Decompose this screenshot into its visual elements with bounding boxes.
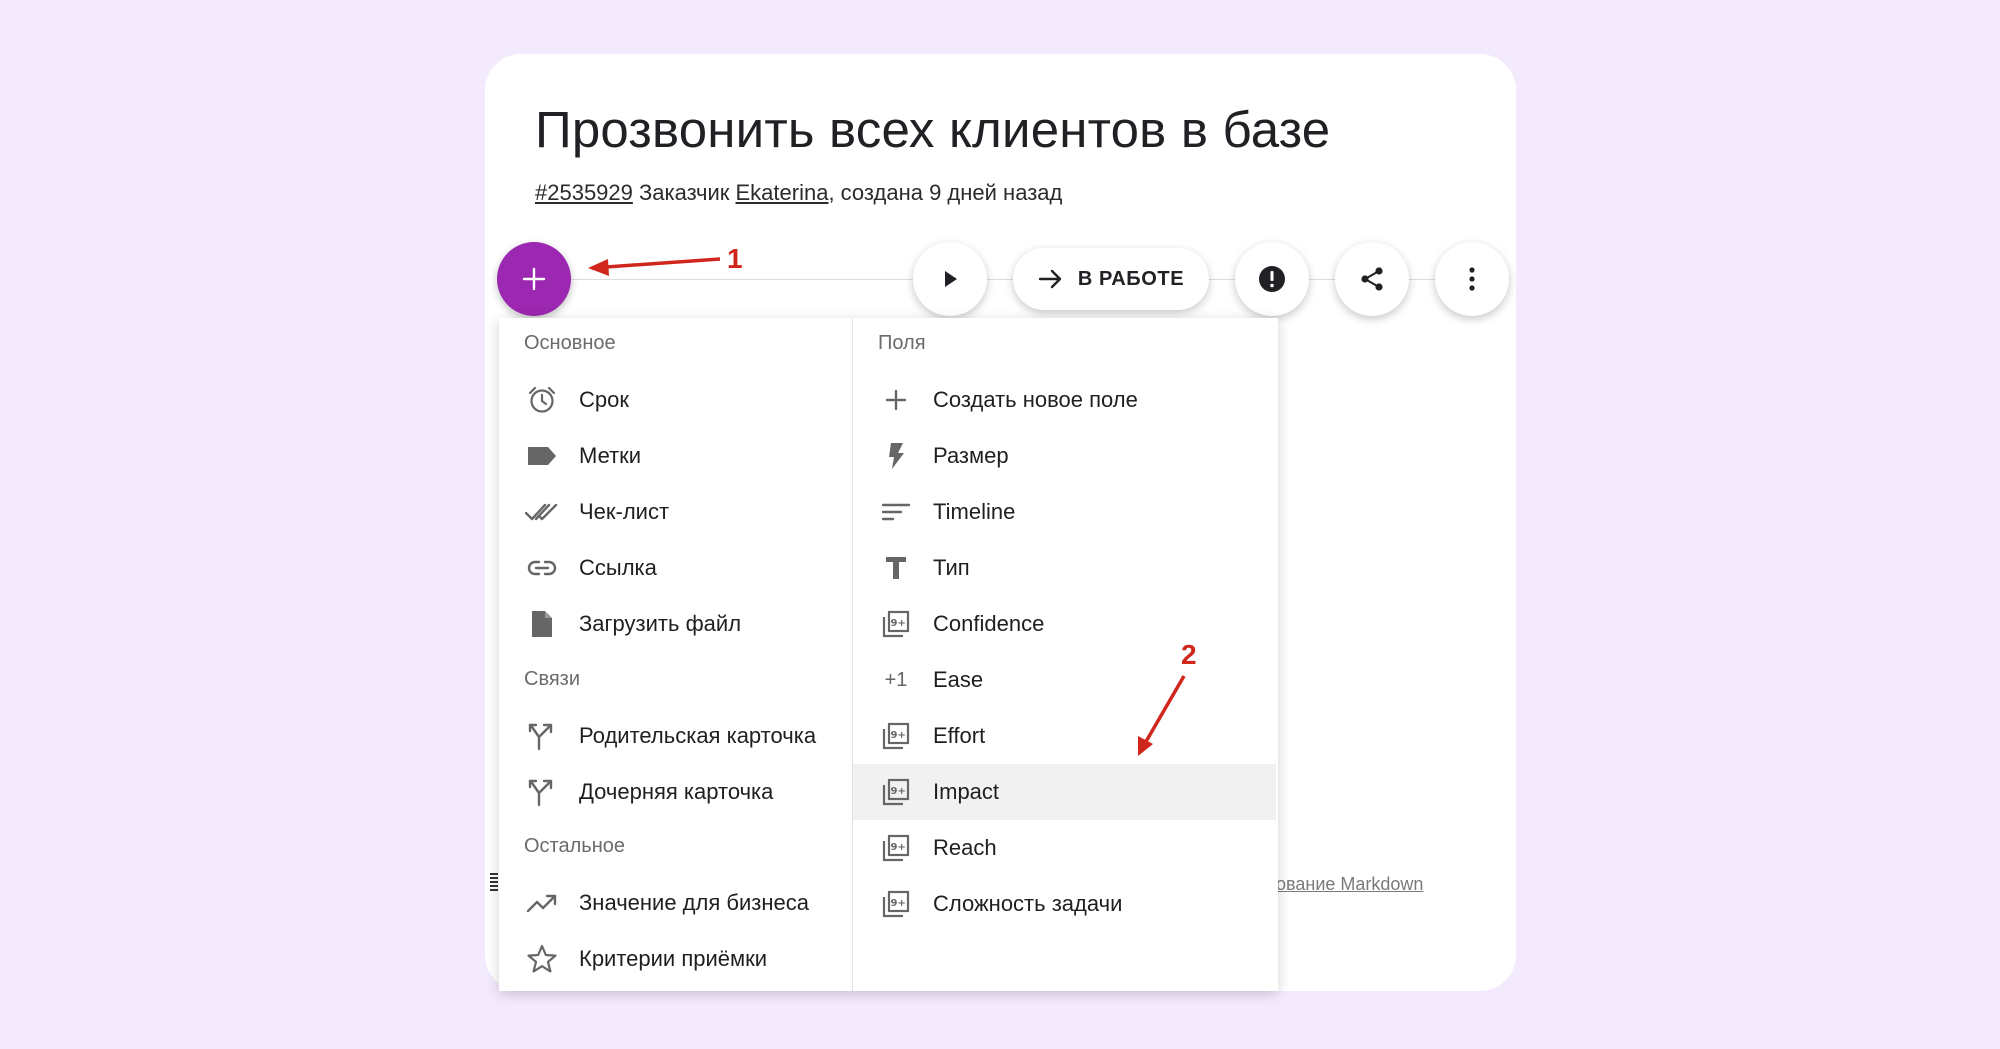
star-outline-icon bbox=[525, 942, 559, 976]
svg-text:9+: 9+ bbox=[891, 842, 906, 853]
play-button[interactable] bbox=[913, 242, 987, 316]
filter-9-plus-icon: 9+ bbox=[879, 607, 913, 641]
play-icon bbox=[939, 268, 961, 290]
menu-item-label: Дочерняя карточка bbox=[579, 779, 774, 804]
menu-item-label: Загрузить файл bbox=[579, 611, 742, 636]
fork-arrow-icon bbox=[525, 775, 559, 809]
menu-item-label: Ссылка bbox=[579, 555, 657, 580]
menu-item-label: Тип bbox=[933, 555, 970, 580]
plus-one-icon: +1 bbox=[884, 668, 908, 691]
fork-arrow-icon bbox=[525, 719, 559, 753]
menu-item-label: Effort bbox=[933, 723, 986, 748]
editor-handle-icon bbox=[490, 873, 498, 893]
svg-text:9+: 9+ bbox=[891, 730, 906, 741]
exclamation-circle-icon bbox=[1257, 264, 1287, 294]
menu-item-label: Timeline bbox=[933, 499, 1016, 524]
menu-item-label: Создать новое поле bbox=[933, 387, 1138, 412]
stage: Прозвонить всех клиентов в базе #2535929… bbox=[0, 0, 2000, 1049]
menu-right-column: Поля Создать новое поле Размер Timeline bbox=[853, 318, 1278, 991]
add-menu: Основное Срок Метки Чек-лист Ссылка Загр… bbox=[499, 318, 1278, 991]
menu-item-label: Размер bbox=[933, 443, 1009, 468]
filter-9-plus-icon: 9+ bbox=[879, 719, 913, 753]
menu-item-deadline[interactable]: Срок bbox=[499, 372, 852, 428]
more-button[interactable] bbox=[1435, 242, 1509, 316]
svg-text:9+: 9+ bbox=[891, 618, 906, 629]
card-title: Прозвонить всех клиентов в базе bbox=[535, 101, 1331, 158]
priority-button[interactable] bbox=[1235, 242, 1309, 316]
menu-item-link[interactable]: Ссылка bbox=[499, 540, 852, 596]
add-button[interactable] bbox=[497, 242, 571, 316]
menu-left-column: Основное Срок Метки Чек-лист Ссылка Загр… bbox=[499, 318, 853, 991]
menu-item-label: Метки bbox=[579, 443, 642, 468]
status-label: В РАБОТЕ bbox=[1077, 267, 1185, 290]
menu-item-label: Родительская карточка bbox=[579, 723, 817, 748]
filter-9-plus-icon: 9+ bbox=[879, 831, 913, 865]
menu-item-type[interactable]: Тип bbox=[853, 540, 1276, 596]
trending-up-icon bbox=[525, 886, 559, 920]
bolt-icon bbox=[879, 439, 913, 473]
markdown-link[interactable]: ование Markdown bbox=[1276, 874, 1423, 895]
filter-9-plus-icon: 9+ bbox=[879, 775, 913, 809]
created-text: , создана 9 дней назад bbox=[828, 180, 1063, 205]
status-button[interactable]: В РАБОТЕ bbox=[1013, 248, 1209, 310]
menu-item-acceptance-criteria[interactable]: Критерии приёмки bbox=[499, 931, 852, 987]
customer-link[interactable]: Ekaterina bbox=[736, 180, 829, 205]
menu-item-label: Критерии приёмки bbox=[579, 946, 768, 971]
text-t-icon bbox=[879, 551, 913, 585]
share-button[interactable] bbox=[1335, 242, 1409, 316]
arrow-right-icon bbox=[1038, 268, 1064, 290]
menu-item-reach[interactable]: 9+ Reach bbox=[853, 820, 1276, 876]
menu-item-confidence[interactable]: 9+ Confidence bbox=[853, 596, 1276, 652]
menu-item-label: Reach bbox=[933, 835, 997, 860]
menu-item-label: Чек-лист bbox=[579, 499, 670, 524]
share-icon bbox=[1358, 265, 1386, 293]
svg-text:9+: 9+ bbox=[891, 786, 906, 797]
customer-prefix: Заказчик bbox=[639, 180, 730, 205]
file-icon bbox=[525, 607, 559, 641]
menu-item-label: Ease bbox=[933, 667, 984, 692]
menu-item-impact[interactable]: 9+ Impact bbox=[853, 764, 1276, 820]
plus-icon bbox=[879, 383, 913, 417]
menu-item-parent-card[interactable]: Родительская карточка bbox=[499, 708, 852, 764]
menu-item-ease[interactable]: +1 Ease bbox=[853, 652, 1276, 708]
section-label-relations: Связи bbox=[524, 668, 581, 690]
menu-item-business-value[interactable]: Значение для бизнеса bbox=[499, 875, 852, 931]
more-vert-icon bbox=[1467, 266, 1477, 292]
plus-icon bbox=[521, 266, 547, 292]
menu-item-upload-file[interactable]: Загрузить файл bbox=[499, 596, 852, 652]
annotation-label-1: 1 bbox=[727, 243, 743, 274]
link-icon bbox=[525, 551, 559, 585]
filter-9-plus-icon: 9+ bbox=[879, 887, 913, 921]
menu-item-child-card[interactable]: Дочерняя карточка bbox=[499, 764, 852, 820]
menu-item-label: Impact bbox=[933, 779, 1000, 804]
menu-item-label: Confidence bbox=[933, 611, 1045, 636]
sort-lines-icon bbox=[879, 495, 913, 529]
menu-item-effort[interactable]: 9+ Effort bbox=[853, 708, 1276, 764]
double-check-icon bbox=[525, 495, 559, 529]
annotation-label-2: 2 bbox=[1181, 639, 1197, 670]
card-meta: #2535929 Заказчик Ekaterina, создана 9 д… bbox=[535, 180, 1062, 206]
menu-item-checklist[interactable]: Чек-лист bbox=[499, 484, 852, 540]
svg-text:9+: 9+ bbox=[891, 898, 906, 909]
menu-item-timeline[interactable]: Timeline bbox=[853, 484, 1276, 540]
menu-item-labels[interactable]: Метки bbox=[499, 428, 852, 484]
section-label-main: Основное bbox=[524, 332, 616, 354]
menu-item-size[interactable]: Размер bbox=[853, 428, 1276, 484]
menu-item-task-complexity[interactable]: 9+ Сложность задачи bbox=[853, 876, 1276, 932]
menu-item-label: Сложность задачи bbox=[933, 891, 1123, 916]
alarm-clock-icon bbox=[525, 383, 559, 417]
menu-item-label: Срок bbox=[579, 387, 629, 412]
task-id-link[interactable]: #2535929 bbox=[535, 180, 633, 205]
section-label-other: Остальное bbox=[524, 835, 625, 857]
section-label-fields: Поля bbox=[878, 332, 926, 354]
menu-item-label: Значение для бизнеса bbox=[579, 890, 809, 915]
label-tag-icon bbox=[525, 439, 559, 473]
menu-item-create-field[interactable]: Создать новое поле bbox=[853, 372, 1276, 428]
